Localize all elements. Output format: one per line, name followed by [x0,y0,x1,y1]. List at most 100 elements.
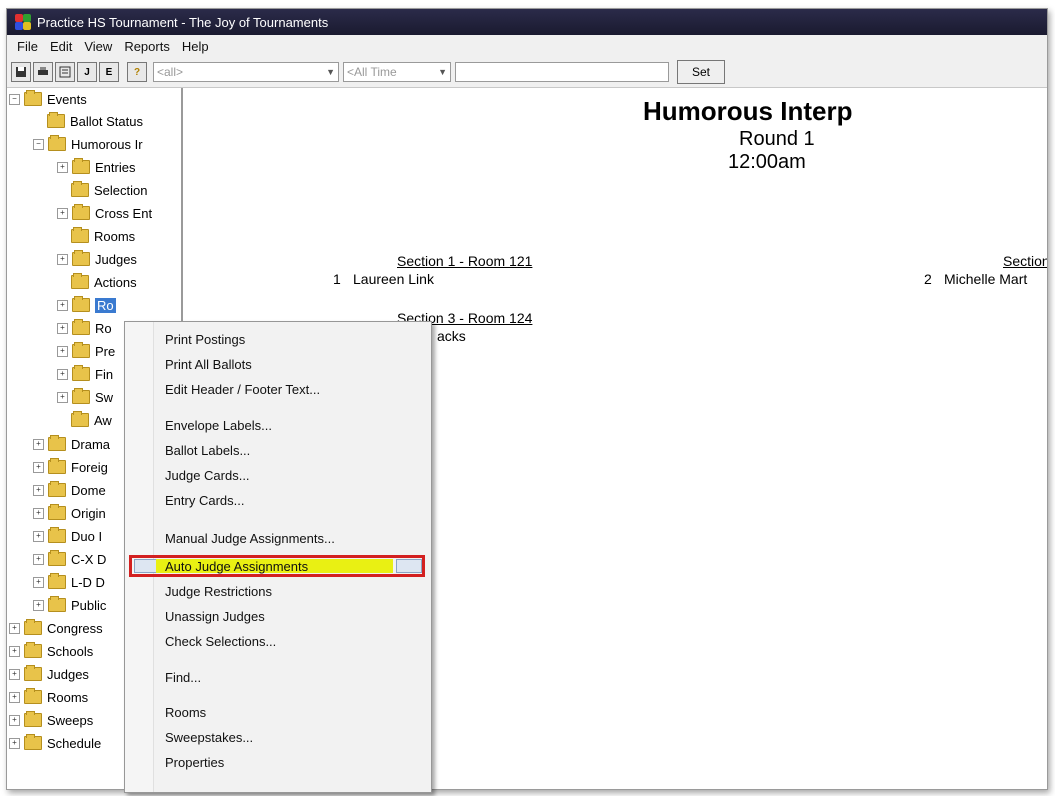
tree-node-rooms[interactable]: + Rooms [9,686,88,708]
tree-node-public[interactable]: + Public [33,594,106,616]
tree-label: Events [47,91,87,107]
collapse-icon[interactable]: − [9,93,20,105]
menu-edit-header-footer[interactable]: Edit Header / Footer Text... [165,382,320,397]
menu-check-selections[interactable]: Check Selections... [165,634,276,649]
expand-icon[interactable]: + [9,714,20,726]
tree-node-humorous[interactable]: − Humorous Ir [33,133,143,155]
menu-unassign-judges[interactable]: Unassign Judges [165,609,265,624]
folder-icon [48,435,66,451]
expand-icon[interactable]: + [33,553,44,565]
expand-icon[interactable]: + [33,599,44,611]
menu-edit[interactable]: Edit [44,39,78,54]
tree-label: Aw [94,412,112,428]
folder-icon [48,481,66,497]
menu-bar: File Edit View Reports Help [7,35,1047,57]
tree-node-dome[interactable]: + Dome [33,479,106,501]
save-icon[interactable] [11,62,31,82]
e-button[interactable]: E [99,62,119,82]
menu-envelope-labels[interactable]: Envelope Labels... [165,418,272,433]
expand-icon[interactable]: + [9,737,20,749]
tree-label: Rooms [94,228,136,244]
menu-reports[interactable]: Reports [118,39,176,54]
expand-icon[interactable]: + [57,322,68,334]
highlight-right-box [396,559,422,573]
folder-icon [71,227,89,243]
menu-help[interactable]: Help [176,39,215,54]
menu-properties[interactable]: Properties [165,755,224,770]
tree-node-round-selected[interactable]: + Ro [57,294,116,316]
folder-icon [48,550,66,566]
tree-node-actions[interactable]: Actions [71,271,137,293]
expand-icon[interactable]: + [33,530,44,542]
help-icon[interactable]: ? [127,62,147,82]
tree-node-finals[interactable]: + Fin [57,363,113,385]
expand-icon[interactable]: + [9,645,20,657]
tree-node-duo[interactable]: + Duo I [33,525,102,547]
tree-node-origin[interactable]: + Origin [33,502,106,524]
tree-node-foreign[interactable]: + Foreig [33,456,108,478]
tree-node-schedule[interactable]: + Schedule [9,732,101,754]
tree-node-congress[interactable]: + Congress [9,617,103,639]
tree-node-ld[interactable]: + L-D D [33,571,105,593]
tree-label: Rooms [47,689,89,705]
expand-icon[interactable]: + [33,484,44,496]
j-button[interactable]: J [77,62,97,82]
collapse-icon[interactable]: − [33,138,44,150]
tree-node-schools[interactable]: + Schools [9,640,93,662]
expand-icon[interactable]: + [57,345,68,357]
section-1-entry-name: Laureen Link [353,271,434,287]
menu-find[interactable]: Find... [165,670,201,685]
tree-node-rooms-sub[interactable]: Rooms [71,225,135,247]
folder-icon [48,527,66,543]
menu-print-postings[interactable]: Print Postings [165,332,245,347]
expand-icon[interactable]: + [9,668,20,680]
tree-node-prelims[interactable]: + Pre [57,340,115,362]
preview-icon[interactable] [55,62,75,82]
expand-icon[interactable]: + [33,461,44,473]
expand-icon[interactable]: + [57,161,68,173]
expand-icon[interactable]: + [57,207,68,219]
context-menu: Print Postings Print All Ballots Edit He… [124,321,432,793]
menu-judge-restrictions[interactable]: Judge Restrictions [165,584,272,599]
time-combo[interactable]: <All Time ▼ [343,62,451,82]
filter-text-input[interactable] [455,62,669,82]
menu-sweepstakes[interactable]: Sweepstakes... [165,730,253,745]
tree-node-ballot-status[interactable]: Ballot Status [47,110,143,132]
print-icon[interactable] [33,62,53,82]
tree-node-round-2[interactable]: + Ro [57,317,112,339]
menu-manual-judge-assignments[interactable]: Manual Judge Assignments... [165,531,335,546]
tree-node-cx[interactable]: + C-X D [33,548,106,570]
expand-icon[interactable]: + [33,507,44,519]
expand-icon[interactable]: + [9,622,20,634]
tree-node-selection[interactable]: Selection [71,179,147,201]
folder-icon [72,296,90,312]
tree-node-cross-ent[interactable]: + Cross Ent [57,202,152,224]
filter-combo[interactable]: <all> ▼ [153,62,339,82]
menu-auto-judge-assignments[interactable]: Auto Judge Assignments [165,559,308,574]
tree-node-judges[interactable]: + Judges [9,663,89,685]
menu-view[interactable]: View [78,39,118,54]
menu-file[interactable]: File [11,39,44,54]
expand-icon[interactable]: + [57,253,68,265]
menu-print-all-ballots[interactable]: Print All Ballots [165,357,252,372]
expand-icon[interactable]: + [57,299,68,311]
tree-node-awards[interactable]: Aw [71,409,112,431]
menu-ballot-labels[interactable]: Ballot Labels... [165,443,250,458]
expand-icon[interactable]: + [33,576,44,588]
tree-node-drama[interactable]: + Drama [33,433,110,455]
tree-node-sweeps[interactable]: + Sweeps [9,709,93,731]
expand-icon[interactable]: + [57,368,68,380]
tree-node-entries[interactable]: + Entries [57,156,135,178]
expand-icon[interactable]: + [57,391,68,403]
menu-rooms[interactable]: Rooms [165,705,206,720]
folder-icon [72,319,90,335]
menu-entry-cards[interactable]: Entry Cards... [165,493,244,508]
expand-icon[interactable]: + [9,691,20,703]
menu-judge-cards[interactable]: Judge Cards... [165,468,250,483]
set-button[interactable]: Set [677,60,725,84]
folder-icon [24,711,42,727]
tree-node-events[interactable]: − Events [9,88,87,110]
expand-icon[interactable]: + [33,438,44,450]
tree-node-judges-sub[interactable]: + Judges [57,248,137,270]
tree-node-sweeps-sub[interactable]: + Sw [57,386,113,408]
